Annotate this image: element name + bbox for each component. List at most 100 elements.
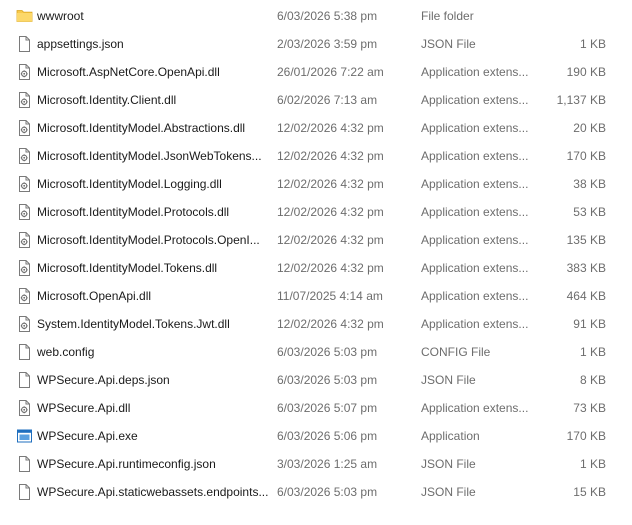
file-row[interactable]: WPSecure.Api.dll 6/03/2026 5:07 pm Appli… <box>0 394 632 422</box>
file-type: Application <box>421 429 480 443</box>
date-modified: 6/03/2026 5:03 pm <box>277 485 378 499</box>
file-row[interactable]: Microsoft.IdentityModel.Logging.dll 12/0… <box>0 170 632 198</box>
file-name: WPSecure.Api.runtimeconfig.json <box>37 457 216 471</box>
date-modified: 12/02/2026 4:32 pm <box>277 177 384 191</box>
file-name: Microsoft.IdentityModel.Abstractions.dll <box>37 121 246 135</box>
file-row[interactable]: WPSecure.Api.exe 6/03/2026 5:06 pm Appli… <box>0 422 632 450</box>
file-size: 190 KB <box>566 65 606 79</box>
document-icon <box>16 478 34 506</box>
file-name: WPSecure.Api.exe <box>37 429 138 443</box>
file-name: Microsoft.OpenApi.dll <box>37 289 152 303</box>
file-size: 38 KB <box>573 177 606 191</box>
file-name: Microsoft.IdentityModel.Tokens.dll <box>37 261 218 275</box>
date-modified: 12/02/2026 4:32 pm <box>277 261 384 275</box>
file-type: JSON File <box>421 37 476 51</box>
file-size: 1 KB <box>579 345 606 359</box>
file-row[interactable]: wwwroot 6/03/2026 5:38 pm File folder <box>0 2 632 30</box>
dll-icon <box>16 86 34 114</box>
file-name: Microsoft.IdentityModel.JsonWebTokens... <box>37 149 262 163</box>
file-size: 1 KB <box>579 37 606 51</box>
file-size: 1,137 KB <box>556 93 606 107</box>
file-type: Application extens... <box>421 205 529 219</box>
file-type: Application extens... <box>421 65 529 79</box>
file-row[interactable]: web.config 6/03/2026 5:03 pm CONFIG File… <box>0 338 632 366</box>
file-type: Application extens... <box>421 233 529 247</box>
file-row[interactable]: Microsoft.IdentityModel.Tokens.dll 12/02… <box>0 254 632 282</box>
file-type: File folder <box>421 9 474 23</box>
file-size: 135 KB <box>566 233 606 247</box>
file-name: Microsoft.AspNetCore.OpenApi.dll <box>37 65 220 79</box>
file-list: wwwroot 6/03/2026 5:38 pm File folder ap… <box>0 0 632 525</box>
file-type: JSON File <box>421 373 476 387</box>
file-row[interactable]: Microsoft.Identity.Client.dll 6/02/2026 … <box>0 86 632 114</box>
date-modified: 6/03/2026 5:07 pm <box>277 401 378 415</box>
file-type: Application extens... <box>421 317 529 331</box>
date-modified: 6/02/2026 7:13 am <box>277 93 378 107</box>
file-type: Application extens... <box>421 289 529 303</box>
file-size: 8 KB <box>579 373 606 387</box>
file-row[interactable]: WPSecure.Api.staticwebassets.endpoints..… <box>0 478 632 506</box>
file-type: JSON File <box>421 457 476 471</box>
document-icon <box>16 366 34 394</box>
file-size: 464 KB <box>566 289 606 303</box>
file-row[interactable]: WPSecure.Api.runtimeconfig.json 3/03/202… <box>0 450 632 478</box>
file-name: wwwroot <box>37 9 84 23</box>
file-name: Microsoft.IdentityModel.Protocols.dll <box>37 205 230 219</box>
folder-icon <box>16 2 34 30</box>
date-modified: 2/03/2026 3:59 pm <box>277 37 378 51</box>
file-row[interactable]: WPSecure.Api.deps.json 6/03/2026 5:03 pm… <box>0 366 632 394</box>
file-size: 170 KB <box>566 429 606 443</box>
document-icon <box>16 338 34 366</box>
date-modified: 6/03/2026 5:06 pm <box>277 429 378 443</box>
dll-icon <box>16 394 34 422</box>
file-name: Microsoft.Identity.Client.dll <box>37 93 177 107</box>
date-modified: 12/02/2026 4:32 pm <box>277 149 384 163</box>
file-type: Application extens... <box>421 149 529 163</box>
file-name: System.IdentityModel.Tokens.Jwt.dll <box>37 317 230 331</box>
date-modified: 6/03/2026 5:03 pm <box>277 345 378 359</box>
date-modified: 12/02/2026 4:32 pm <box>277 121 384 135</box>
file-type: Application extens... <box>421 261 529 275</box>
file-type: Application extens... <box>421 401 529 415</box>
exe-icon <box>16 422 34 450</box>
dll-icon <box>16 226 34 254</box>
date-modified: 12/02/2026 4:32 pm <box>277 233 384 247</box>
file-name: Microsoft.IdentityModel.Logging.dll <box>37 177 222 191</box>
file-row[interactable]: appsettings.json 2/03/2026 3:59 pm JSON … <box>0 30 632 58</box>
file-row[interactable]: Microsoft.IdentityModel.Protocols.dll 12… <box>0 198 632 226</box>
document-icon <box>16 450 34 478</box>
dll-icon <box>16 170 34 198</box>
dll-icon <box>16 254 34 282</box>
file-row[interactable]: System.IdentityModel.Tokens.Jwt.dll 12/0… <box>0 310 632 338</box>
date-modified: 12/02/2026 4:32 pm <box>277 205 384 219</box>
file-size: 73 KB <box>573 401 606 415</box>
file-size: 383 KB <box>566 261 606 275</box>
file-row[interactable]: Microsoft.IdentityModel.JsonWebTokens...… <box>0 142 632 170</box>
date-modified: 26/01/2026 7:22 am <box>277 65 384 79</box>
file-name: WPSecure.Api.staticwebassets.endpoints..… <box>37 485 269 499</box>
file-size: 1 KB <box>579 457 606 471</box>
file-type: Application extens... <box>421 177 529 191</box>
file-type: JSON File <box>421 485 476 499</box>
file-name: web.config <box>37 345 95 359</box>
date-modified: 6/03/2026 5:03 pm <box>277 373 378 387</box>
date-modified: 11/07/2025 4:14 am <box>277 289 383 303</box>
file-row[interactable]: Microsoft.IdentityModel.Abstractions.dll… <box>0 114 632 142</box>
dll-icon <box>16 142 34 170</box>
file-row[interactable]: Microsoft.AspNetCore.OpenApi.dll 26/01/2… <box>0 58 632 86</box>
date-modified: 6/03/2026 5:38 pm <box>277 9 378 23</box>
dll-icon <box>16 114 34 142</box>
file-row[interactable]: Microsoft.IdentityModel.Protocols.OpenI.… <box>0 226 632 254</box>
dll-icon <box>16 282 34 310</box>
file-type: Application extens... <box>421 93 529 107</box>
file-name: appsettings.json <box>37 37 124 51</box>
file-row[interactable]: Microsoft.OpenApi.dll 11/07/2025 4:14 am… <box>0 282 632 310</box>
document-icon <box>16 30 34 58</box>
dll-icon <box>16 198 34 226</box>
file-name: WPSecure.Api.deps.json <box>37 373 170 387</box>
file-name: Microsoft.IdentityModel.Protocols.OpenI.… <box>37 233 260 247</box>
file-type: Application extens... <box>421 121 529 135</box>
dll-icon <box>16 58 34 86</box>
date-modified: 3/03/2026 1:25 am <box>277 457 378 471</box>
file-type: CONFIG File <box>421 345 491 359</box>
